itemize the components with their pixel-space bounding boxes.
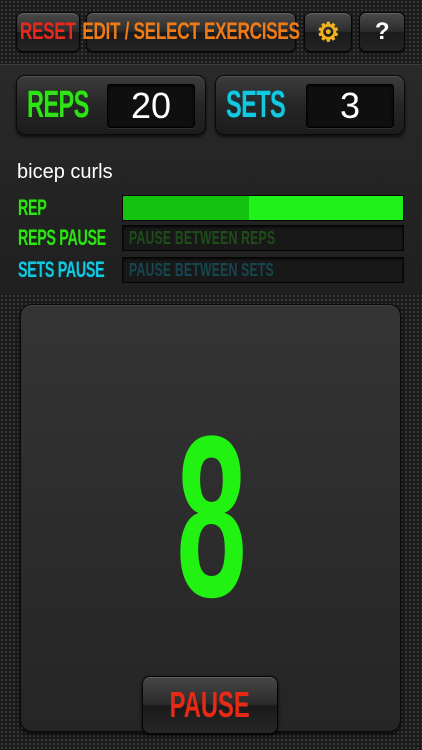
reset-button[interactable]: RESET (16, 12, 80, 52)
edit-select-exercises-label: EDIT / SELECT EXERCISES (82, 18, 300, 45)
sets-pause-row: SETS PAUSE PAUSE BETWEEN SETS (16, 257, 406, 283)
reset-button-label: RESET (20, 18, 76, 45)
reps-pause-bar: PAUSE BETWEEN REPS (122, 225, 404, 251)
pause-button[interactable]: PAUSE (142, 676, 278, 734)
rep-progress-fill-segment (123, 196, 249, 220)
counter-display-area: 8 PAUSE (0, 294, 422, 750)
reps-counter: REPS 20 (16, 75, 206, 135)
rep-progress-bar (122, 195, 404, 221)
top-toolbar: RESET EDIT / SELECT EXERCISES ⚙ ? (0, 0, 422, 64)
sets-counter: SETS 3 (215, 75, 405, 135)
sets-value[interactable]: 3 (306, 84, 394, 128)
counter-display-panel: 8 (20, 304, 401, 732)
gear-icon: ⚙ (316, 16, 340, 47)
reps-label: REPS (27, 84, 89, 126)
sets-pause-bar: PAUSE BETWEEN SETS (122, 257, 404, 283)
pause-button-label: PAUSE (169, 684, 251, 725)
settings-button[interactable]: ⚙ (304, 12, 352, 52)
edit-select-exercises-button[interactable]: EDIT / SELECT EXERCISES (82, 12, 300, 52)
sets-label: SETS (226, 84, 286, 126)
rep-label: REP (18, 195, 47, 220)
reps-pause-bar-text: PAUSE BETWEEN REPS (129, 228, 276, 248)
exercise-name: bicep curls (17, 161, 113, 183)
rep-progress-row: REP (16, 195, 406, 221)
sets-pause-bar-text: PAUSE BETWEEN SETS (129, 260, 274, 280)
current-count-display: 8 (176, 388, 247, 645)
reps-pause-row: REPS PAUSE PAUSE BETWEEN REPS (16, 225, 406, 251)
reps-value[interactable]: 20 (107, 84, 195, 128)
question-mark-icon: ? (374, 18, 390, 45)
workout-panel: REPS 20 SETS 3 bicep curls REP REPS PAUS… (0, 64, 422, 295)
reps-pause-label: REPS PAUSE (18, 225, 106, 250)
sets-pause-label: SETS PAUSE (18, 257, 105, 282)
help-button[interactable]: ? (359, 12, 405, 52)
